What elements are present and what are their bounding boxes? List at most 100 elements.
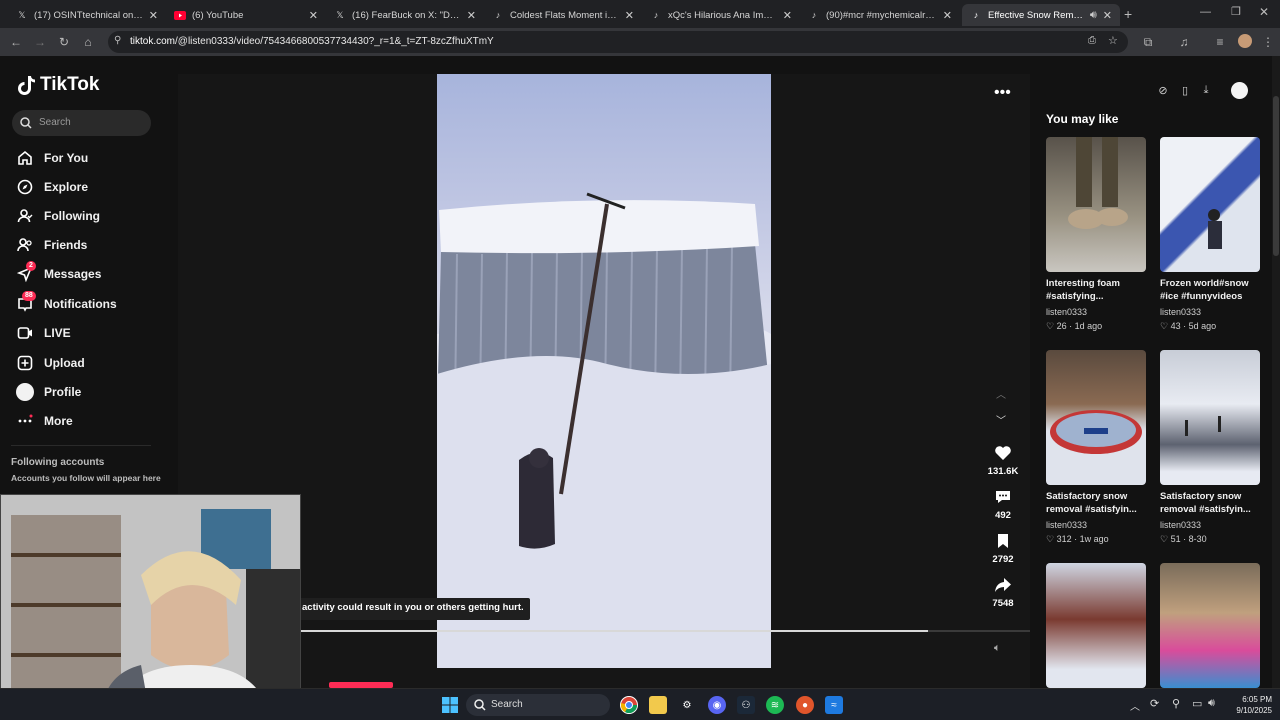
sidebar-item-messages[interactable]: 2 Messages [16, 261, 101, 284]
video-progress-bar[interactable] [298, 630, 1030, 632]
comment-button[interactable]: 492 [978, 488, 1028, 521]
video-thumbnail[interactable] [1160, 563, 1260, 688]
browser-tab[interactable]: 𝕏 (17) OSINTtechnical on X: "New ✕ [8, 4, 166, 26]
search-icon [474, 699, 486, 711]
sidebar-item-friends[interactable]: Friends [16, 235, 87, 255]
browser-profile-avatar[interactable] [1238, 34, 1252, 48]
sidebar-item-live[interactable]: LIVE [16, 323, 71, 343]
close-tab-icon[interactable]: ✕ [943, 9, 952, 22]
new-tab-button[interactable]: + [1124, 6, 1132, 22]
scrollbar[interactable] [1272, 56, 1280, 688]
close-tab-icon[interactable]: ✕ [467, 9, 476, 22]
download-icon[interactable]: ⤓ [1198, 82, 1214, 98]
tab-title: xQc's Hilarious Ana Impression [668, 9, 777, 21]
taskbar-clock[interactable]: 6:05 PM 9/10/2025 [1222, 694, 1272, 716]
browser-tab-active[interactable]: ♪ Effective Snow Removal Te 🔊︎ ✕ [962, 4, 1120, 26]
media-control-icon[interactable]: ♫ [1176, 34, 1192, 50]
recommended-video-card[interactable]: Frozen world#snow #ice #funnyvideos list… [1160, 137, 1260, 332]
sidebar-item-for-you[interactable]: For You [16, 148, 88, 168]
app-icon[interactable]: ⚙ [678, 696, 696, 714]
close-tab-icon[interactable]: ✕ [625, 9, 634, 22]
card-username: listen0333 [1160, 307, 1202, 317]
account-avatar[interactable] [1231, 82, 1248, 99]
recommended-video-card[interactable]: Satisfactory snow removal #satisfyin... … [1046, 350, 1146, 545]
browser-tab[interactable]: (6) YouTube ✕ [166, 4, 326, 26]
tray-app-icon[interactable]: ⟳ [1150, 697, 1159, 710]
steam-icon[interactable]: ⚇ [737, 696, 755, 714]
video-thumbnail[interactable] [1046, 563, 1146, 688]
card-age: 1w ago [1079, 534, 1109, 544]
sidebar-item-profile[interactable]: Profile [16, 382, 81, 402]
close-tab-icon[interactable]: ✕ [149, 9, 158, 22]
tiktok-logo[interactable]: TikTok [18, 74, 99, 96]
file-explorer-icon[interactable] [649, 696, 667, 714]
site-info-icon[interactable]: ⚲ [114, 35, 121, 46]
tray-overflow-icon[interactable]: ︿ [1130, 698, 1140, 713]
close-tab-icon[interactable]: ✕ [783, 9, 792, 22]
video-player[interactable]: ••• ︿ ﹀ 131.6K 492 2792 7548 activity co… [178, 74, 1030, 688]
microphone-icon[interactable]: ⚲ [1172, 697, 1180, 710]
browser-tab[interactable]: ♪ xQc's Hilarious Ana Impression ✕ [642, 4, 800, 26]
spotify-icon[interactable]: ≋ [766, 696, 784, 714]
tab-search-icon[interactable]: ≡ [1212, 34, 1228, 50]
video-frame[interactable] [437, 74, 771, 668]
next-video-icon[interactable]: ﹀ [996, 412, 1006, 427]
taskbar-search[interactable]: Search [466, 694, 610, 716]
close-tab-icon[interactable]: ✕ [309, 9, 318, 22]
tab-title: (6) YouTube [192, 9, 244, 21]
reload-icon[interactable]: ↻ [56, 34, 72, 50]
video-thumbnail[interactable] [1160, 137, 1260, 272]
save-button[interactable]: 2792 [978, 532, 1028, 565]
url-field[interactable]: ⚲ tiktok.com/@listen0333/video/754346680… [108, 31, 1128, 53]
like-button[interactable]: 131.6K [978, 444, 1028, 477]
device-icon[interactable]: ▯ [1177, 82, 1193, 98]
scrollbar-thumb[interactable] [1273, 96, 1279, 256]
sidebar-item-notifications[interactable]: 88 Notifications [16, 291, 117, 314]
home-icon[interactable]: ⌂ [80, 34, 96, 50]
discord-icon[interactable]: ◉ [708, 696, 726, 714]
sidebar-item-more[interactable]: More [16, 411, 73, 431]
maximize-button[interactable]: ❐ [1231, 5, 1241, 18]
share-button[interactable]: 7548 [978, 576, 1028, 609]
chrome-icon[interactable] [620, 696, 638, 714]
browser-tab[interactable]: ♪ Coldest Flats Moment in Overw ✕ [484, 4, 642, 26]
sidebar-item-upload[interactable]: Upload [16, 353, 85, 373]
more-options-icon[interactable]: ••• [994, 84, 1011, 102]
back-icon[interactable]: ← [8, 34, 24, 50]
card-username: listen0333 [1046, 307, 1088, 317]
compass-icon[interactable]: ⊘ [1155, 82, 1171, 98]
sidebar-item-following[interactable]: Following [16, 206, 100, 226]
search-input[interactable]: Search [12, 110, 151, 136]
tiktok-icon: ♪ [973, 10, 979, 20]
install-app-icon[interactable]: ⎙ [1088, 35, 1096, 46]
network-icon[interactable]: ▭ [1192, 697, 1202, 710]
video-thumbnail[interactable] [1046, 350, 1146, 485]
following-accounts-title: Following accounts [11, 457, 105, 468]
browser-tab[interactable]: ♪ (90)#mcr #mychemicalromance ✕ [800, 4, 960, 26]
bookmark-star-icon[interactable]: ☆ [1108, 34, 1118, 47]
extensions-icon[interactable]: ⧉ [1140, 34, 1156, 50]
app-icon[interactable]: ● [796, 696, 814, 714]
forward-icon[interactable]: → [32, 34, 48, 50]
close-tab-icon[interactable]: ✕ [1103, 9, 1112, 22]
recommended-video-card[interactable] [1046, 563, 1146, 688]
card-likes: 43 [1170, 321, 1181, 331]
video-thumbnail[interactable] [1046, 137, 1146, 272]
minimize-button[interactable]: — [1200, 6, 1211, 18]
video-thumbnail[interactable] [1160, 350, 1260, 485]
volume-icon[interactable]: 🔊︎ [1208, 697, 1215, 710]
previous-video-icon[interactable]: ︿ [996, 386, 1006, 401]
browser-menu-icon[interactable]: ⋮ [1260, 34, 1276, 50]
sidebar-item-explore[interactable]: Explore [16, 177, 88, 197]
recommended-video-card[interactable]: Interesting foam #satisfying... listen03… [1046, 137, 1146, 332]
close-window-button[interactable]: ✕ [1259, 5, 1269, 19]
volume-icon[interactable]: 🔈︎ [994, 642, 1001, 655]
taskbar-search-label: Search [491, 699, 523, 710]
browser-tab[interactable]: 𝕏 (16) FearBuck on X: "D4vd give ✕ [326, 4, 484, 26]
recommended-video-card[interactable] [1160, 563, 1260, 688]
recommended-video-card[interactable]: Satisfactory snow removal #satisfyin... … [1160, 350, 1260, 545]
notifications-badge: 88 [22, 291, 36, 301]
app-icon[interactable]: ≈ [825, 696, 843, 714]
speaker-icon[interactable]: 🔊︎ [1090, 9, 1097, 22]
windows-start-icon[interactable] [441, 696, 459, 714]
